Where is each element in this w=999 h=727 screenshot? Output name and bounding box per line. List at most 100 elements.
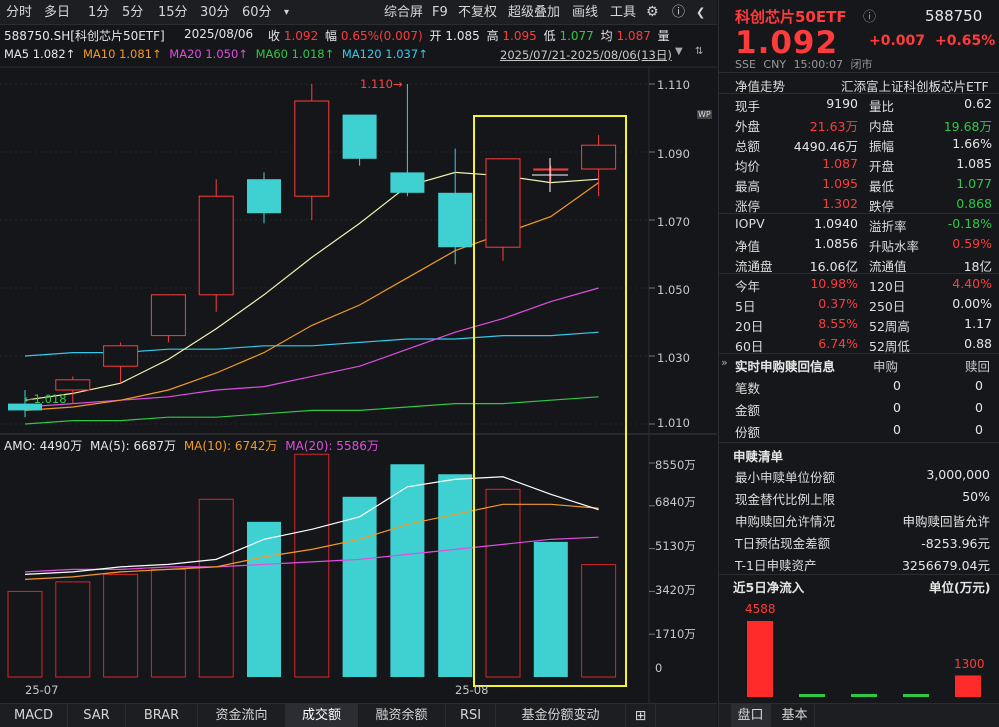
volume-bar-up xyxy=(199,499,233,677)
quote-time: 15:00:07 xyxy=(794,58,843,71)
stat-label: 最高 xyxy=(735,176,760,195)
tab-turnover[interactable]: 成交额 xyxy=(286,704,358,727)
candle-body-up xyxy=(486,159,520,247)
price-tick: 1.030 xyxy=(657,351,690,365)
stat-row: IOPV 1.0940 溢折率 -0.18% xyxy=(719,214,999,234)
stat-row: 今年 10.98% 120日 4.40% xyxy=(719,274,999,294)
tab-rsi[interactable]: RSI xyxy=(446,704,496,727)
tab-sar[interactable]: SAR xyxy=(68,704,126,727)
list-label: T日预估现金差额 xyxy=(735,533,830,552)
stat-value: 1.095 xyxy=(822,176,858,191)
volume-bar-up xyxy=(8,591,42,677)
list-header: 申赎清单 xyxy=(719,444,999,464)
volume-bar-down xyxy=(343,497,377,677)
volume-bar-up xyxy=(295,454,329,677)
stat-label: 现手 xyxy=(735,96,760,115)
stat-row: 60日 6.74% 52周低 0.88 xyxy=(719,334,999,354)
tab-basic[interactable]: 基本 xyxy=(775,704,815,727)
info-icon[interactable]: ⓘ xyxy=(863,6,876,25)
tab-orderbook[interactable]: 盘口 xyxy=(731,704,771,727)
list-row: 现金替代比例上限 50% xyxy=(719,487,999,507)
redeem-redeem-value: 0 xyxy=(975,378,983,393)
price-tick: 1.010 xyxy=(657,416,690,430)
redeem-redeem-value: 0 xyxy=(975,400,983,415)
volume-legend: AMO: 4490万 MA(5): 6687万 MA(10): 6742万 MA… xyxy=(4,437,379,454)
stat-value: 21.63万 xyxy=(810,116,858,135)
stat-row: 涨停 1.302 跌停 0.868 xyxy=(719,194,999,214)
stat-label: 外盘 xyxy=(735,116,760,135)
stat-value: 1.0940 xyxy=(814,216,858,231)
stat-label: 最低 xyxy=(869,176,894,195)
stat-label: 开盘 xyxy=(869,156,894,175)
redeem-label: 笔数 xyxy=(735,378,760,397)
stat-value: 0.37% xyxy=(818,296,858,311)
redeem-row: 笔数 0 0 xyxy=(719,376,999,396)
low-mark-label: ←1.018 xyxy=(24,392,67,406)
redeem-row: 份额 0 0 xyxy=(719,420,999,440)
volume-bar-up xyxy=(151,569,185,677)
stat-value: 0.00% xyxy=(952,296,992,311)
add-tab-icon[interactable]: ⊞ xyxy=(626,704,656,727)
stat-label: 52周高 xyxy=(869,316,910,335)
stat-value: 1.087 xyxy=(822,156,858,171)
stat-row: 净值 1.0856 升贴水率 0.59% xyxy=(719,234,999,254)
list-label: T-1日申赎资产 xyxy=(735,555,816,574)
market: SSE xyxy=(735,58,756,71)
volume-bar-down xyxy=(534,542,568,677)
stat-row: 5日 0.37% 250日 0.00% xyxy=(719,294,999,314)
stat-row: 均价 1.087 开盘 1.085 xyxy=(719,154,999,174)
candle-body-up xyxy=(534,169,568,170)
stat-label: 净值 xyxy=(735,236,760,255)
tab-margin-balance[interactable]: 融资余额 xyxy=(358,704,446,727)
quote-change-pct: +0.65% xyxy=(935,33,995,49)
tab-fund-flow[interactable]: 资金流向 xyxy=(198,704,286,727)
list-value: -8253.96元 xyxy=(921,533,990,552)
candle-body-up xyxy=(295,101,329,196)
volume-tick: 0 xyxy=(655,661,662,675)
stat-value: 19.68万 xyxy=(944,116,992,135)
list-title: 申赎清单 xyxy=(733,446,783,465)
stat-label: 今年 xyxy=(735,276,760,295)
flow-bar xyxy=(799,694,825,697)
redeem-subscribe-value: 0 xyxy=(893,378,901,393)
stat-value: 8.55% xyxy=(818,316,858,331)
stat-label: 均价 xyxy=(735,156,760,175)
redeem-subscribe-value: 0 xyxy=(893,400,901,415)
candle-body-up xyxy=(151,295,185,336)
redeem-row: 金额 0 0 xyxy=(719,398,999,418)
stat-row: 最高 1.095 最低 1.077 xyxy=(719,174,999,194)
stat-label: 升贴水率 xyxy=(869,236,919,255)
volume-tick: 8550万 xyxy=(655,457,696,473)
stat-row: 流通盘 16.06亿 流通值 18亿 xyxy=(719,254,999,274)
kline-chart xyxy=(0,0,717,703)
list-label: 申购赎回允许情况 xyxy=(735,511,835,530)
candle-body-down xyxy=(343,115,377,159)
tab-fund-shares-change[interactable]: 基金份额变动 xyxy=(496,704,626,727)
candle-body-down xyxy=(438,193,472,247)
candle-body-down xyxy=(247,179,281,213)
stat-label: 振幅 xyxy=(869,136,894,155)
stat-row: 20日 8.55% 52周高 1.17 xyxy=(719,314,999,334)
date-tick: 25-07 xyxy=(25,683,58,697)
stat-value: 1.302 xyxy=(822,196,858,211)
tab-macd[interactable]: MACD xyxy=(0,704,68,727)
list-row: T日预估现金差额 -8253.96元 xyxy=(719,531,999,551)
volume-tick: 5130万 xyxy=(655,538,696,554)
redeem-title: 实时申购赎回信息 xyxy=(735,356,835,375)
stat-label: IOPV xyxy=(735,216,765,231)
redeem-col-redeem: 赎回 xyxy=(965,356,990,375)
flow-bar xyxy=(851,694,877,697)
right-tabs: 盘口 基本 xyxy=(719,703,999,727)
currency: CNY xyxy=(763,58,786,71)
low-mark-value: 1.018 xyxy=(34,392,67,406)
stat-value: 4490.46万 xyxy=(794,136,858,155)
volume-tick: 6840万 xyxy=(655,494,696,510)
stat-label: 250日 xyxy=(869,296,905,315)
volume-bar-down xyxy=(438,474,472,677)
stat-value: 6.74% xyxy=(818,336,858,351)
redeem-subscribe-value: 0 xyxy=(893,422,901,437)
stat-value: 1.17 xyxy=(964,316,992,331)
quote-code: 588750 xyxy=(925,7,982,25)
tab-brar[interactable]: BRAR xyxy=(126,704,198,727)
flow-bar xyxy=(955,675,981,697)
